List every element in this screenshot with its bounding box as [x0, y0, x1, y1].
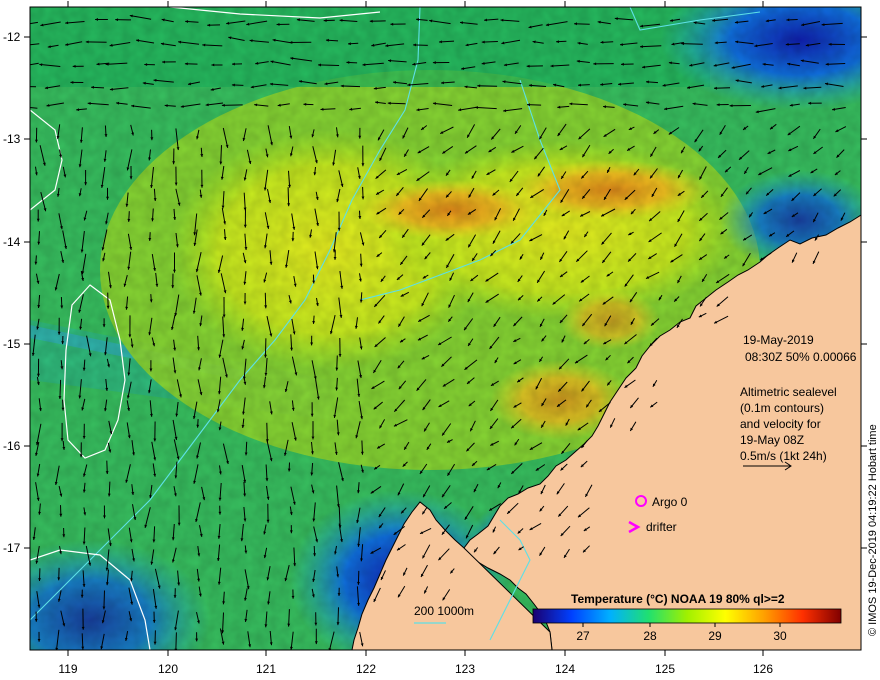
altimetry-line-3: and velocity for: [740, 417, 821, 431]
altimetry-line-2: (0.1m contours): [740, 401, 824, 415]
lon-tick-label: 124: [555, 662, 575, 676]
lon-tick-label: 125: [655, 662, 675, 676]
altimetry-line-1: Altimetric sealevel: [740, 385, 837, 399]
colorbar-ramp: [532, 608, 842, 624]
time-label: 08:30Z 50% 0.00066: [745, 350, 857, 364]
colorbar-tick-label: 27: [576, 629, 590, 643]
credit-text: © IMOS 19-Dec-2019 04:19:22 Hobart time: [867, 424, 879, 636]
altimetry-line-4: 19-May 08Z: [740, 433, 804, 447]
lat-tick-label: -16: [3, 439, 21, 453]
lat-tick-label: -13: [3, 132, 21, 146]
argo-label: Argo 0: [652, 495, 688, 509]
lon-tick-label: 123: [455, 662, 475, 676]
colorbar-tick-label: 30: [773, 629, 787, 643]
colorbar-title: Temperature (°C) NOAA 19 80% ql>=2: [571, 592, 785, 606]
lon-tick-label: 121: [256, 662, 276, 676]
colorbar-tick-label: 29: [708, 629, 722, 643]
lat-tick-label: -12: [3, 30, 21, 44]
lon-tick-label: 120: [158, 662, 178, 676]
sst-map-figure: -12 -13 -14 -15 -16 -17 119 120 121 122 123 124 125…: [3, 1, 879, 676]
lat-tick-label: -15: [3, 337, 21, 351]
date-label: 19-May-2019: [743, 333, 814, 347]
altimetry-line-5: 0.5m/s (1kt 24h): [740, 449, 827, 463]
lon-tick-label: 122: [356, 662, 376, 676]
lon-tick-label: 119: [58, 662, 77, 676]
lat-tick-label: -14: [3, 235, 21, 249]
drifter-label: drifter: [646, 520, 677, 534]
bathymetry-label: 200 1000m: [414, 604, 474, 618]
lat-tick-label: -17: [3, 541, 21, 555]
lon-tick-label: 126: [753, 662, 773, 676]
colorbar-tick-label: 28: [643, 629, 657, 643]
